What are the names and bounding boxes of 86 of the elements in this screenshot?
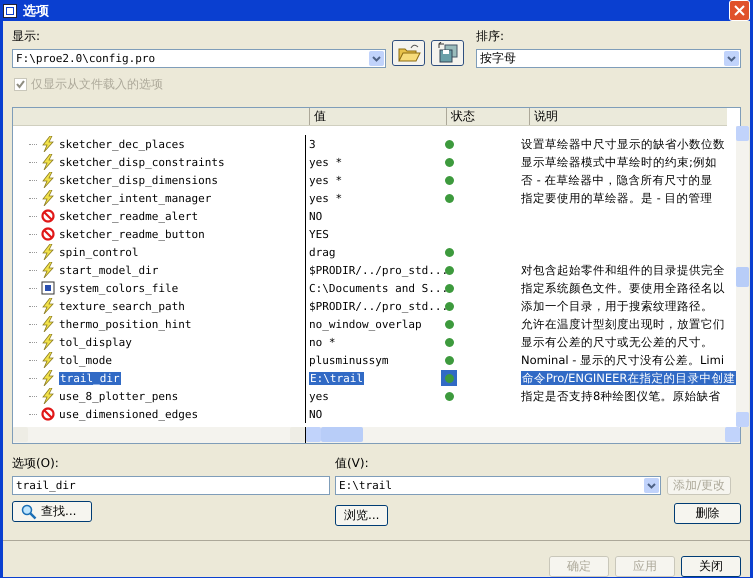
prohibited-icon [41, 407, 55, 421]
option-label: 选项(O): [12, 455, 60, 472]
value-label: 值(V): [335, 455, 370, 472]
option-description: 显示有公差的尺寸或无公差的尺寸。 [521, 334, 713, 348]
option-description: 指定要使用的草绘器。是 - 目的管理 [521, 190, 712, 204]
option-name[interactable]: sketcher_readme_alert [59, 210, 198, 222]
option-value: C:\Documents and S... [309, 282, 448, 294]
browse-button[interactable]: 浏览... [335, 505, 388, 526]
option-description: 否 - 在草绘器中，隐含所有尺寸的显 [521, 172, 712, 186]
option-description: 添加一个目录，用于搜索纹理路径。 [521, 298, 713, 312]
option-description: 指定是否支持8种绘图仪笔。原始缺省 [521, 388, 720, 402]
find-button[interactable]: 查找... [12, 501, 92, 522]
option-name[interactable]: spin_control [59, 246, 138, 258]
option-name[interactable]: use_dimensioned_edges [59, 408, 198, 420]
option-name[interactable]: trail_dir [59, 372, 121, 384]
vertical-scrollbar[interactable] [736, 126, 750, 427]
option-value: NO [309, 210, 322, 222]
window-title: 选项 [23, 2, 49, 20]
option-value: drag [309, 246, 336, 258]
lightning-icon [41, 352, 55, 368]
option-description: 对包含起始零件和组件的目录提供完全 [521, 262, 725, 276]
lightning-icon [41, 316, 55, 332]
lightning-icon [41, 298, 55, 314]
display-label: 显示: [12, 28, 42, 45]
option-description: 设置草绘器中尺寸显示的缺省小数位数 [521, 136, 725, 150]
file-icon [41, 281, 55, 295]
option-value: yes * [309, 156, 342, 168]
option-value: 3 [309, 138, 316, 150]
close-icon [734, 5, 745, 16]
column-header[interactable]: 说明 [529, 108, 727, 125]
column-header[interactable]: 状态 [446, 108, 529, 125]
delete-button[interactable]: 删除 [674, 503, 741, 524]
option-description: 指定系统颜色文件。要使用全路径名以 [521, 280, 725, 294]
lightning-icon [41, 244, 55, 260]
column-header[interactable]: 值 [309, 108, 446, 125]
option-value: yes * [309, 192, 342, 204]
option-name[interactable]: sketcher_disp_constraints [59, 156, 225, 168]
option-name[interactable]: thermo_position_hint [59, 318, 192, 330]
option-value: yes [309, 390, 329, 402]
horizontal-scrollbar[interactable] [13, 427, 306, 443]
sort-dropdown[interactable]: 按字母 [476, 49, 741, 68]
option-description: Nominal - 显示的尺寸没有公差。Limi [521, 352, 724, 366]
checkbox-label: 仅显示从文件载入的选项 [31, 76, 163, 93]
horizontal-scrollbar[interactable] [306, 427, 740, 443]
prohibited-icon [41, 227, 55, 241]
save-button[interactable] [431, 40, 464, 66]
option-name[interactable]: texture_search_path [59, 300, 185, 312]
lightning-icon [41, 370, 55, 386]
option-value: YES [309, 228, 329, 240]
lightning-icon [41, 190, 55, 206]
window-icon [3, 4, 17, 18]
lightning-icon [41, 154, 55, 170]
option-value: no_window_overlap [309, 318, 422, 330]
option-value: $PRODIR/../pro_std... [309, 264, 448, 276]
option-name[interactable]: sketcher_disp_dimensions [59, 174, 218, 186]
option-name[interactable]: tol_display [59, 336, 132, 348]
lightning-icon [41, 136, 55, 152]
lightning-icon [41, 172, 55, 188]
option-description: 允许在温度计型刻度出现时，放置它们 [521, 316, 725, 330]
option-value: E:\trail [309, 372, 364, 384]
lightning-icon [41, 262, 55, 278]
option-input[interactable]: trail_dir [12, 476, 330, 495]
lightning-icon [41, 388, 55, 404]
option-name[interactable]: use_8_plotter_pens [59, 390, 178, 402]
prohibited-icon [41, 209, 55, 223]
open-folder-button[interactable] [392, 40, 425, 66]
value-dropdown[interactable]: E:\trail [335, 476, 661, 495]
display-dropdown[interactable]: F:\proe2.0\config.pro [12, 49, 386, 68]
option-name[interactable]: sketcher_readme_button [59, 228, 205, 240]
option-value: $PRODIR/../pro_std... [309, 300, 448, 312]
option-name[interactable]: start_model_dir [59, 264, 158, 276]
option-value: yes * [309, 174, 342, 186]
option-value: NO [309, 408, 322, 420]
lightning-icon [41, 334, 55, 350]
option-value: plusminussym [309, 354, 388, 366]
option-description: 显示草绘器模式中草绘时的约束;例如 [521, 154, 717, 168]
search-icon [21, 504, 37, 520]
dialog-button[interactable]: 关闭 [681, 556, 741, 577]
option-name[interactable]: sketcher_dec_places [59, 138, 185, 150]
option-description: 命令Pro/ENGINEER在指定的目录中创建 [521, 370, 736, 384]
option-name[interactable]: system_colors_file [59, 282, 178, 294]
option-name[interactable]: tol_mode [59, 354, 112, 366]
option-value: no * [309, 336, 336, 348]
sort-label: 排序: [476, 28, 506, 45]
close-button[interactable] [729, 0, 750, 21]
option-name[interactable]: sketcher_intent_manager [59, 192, 212, 204]
